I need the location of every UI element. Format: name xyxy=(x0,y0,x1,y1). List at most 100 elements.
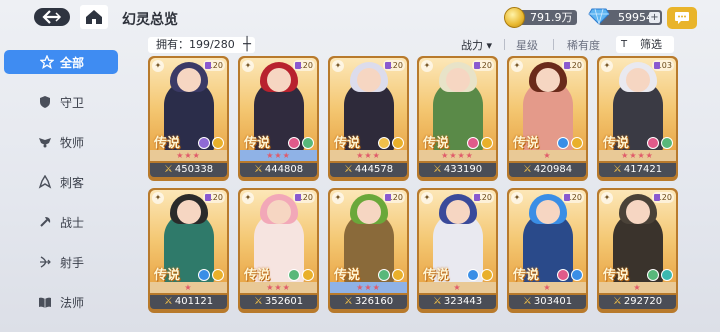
hero-card[interactable]: ✦ 120 传说 ★ ⚔ 420984 xyxy=(507,56,588,181)
class-badge-icon: ✦ xyxy=(421,60,433,72)
sidebar-item-all[interactable]: 全部 xyxy=(4,50,118,74)
element-icon xyxy=(288,269,300,281)
rarity-label: 传说 xyxy=(334,136,361,150)
level-badge: 120 xyxy=(562,60,584,71)
star-rating: ★★★★ xyxy=(419,150,496,161)
power-value: ⚔ 433190 xyxy=(419,163,496,177)
back-arrow-icon xyxy=(42,10,62,24)
rarity-label: 传说 xyxy=(423,136,450,150)
star-outline-icon xyxy=(40,55,54,69)
star-rating: ★ xyxy=(509,150,586,161)
hero-card[interactable]: ✦ 120 传说 ★ ⚔ 323443 xyxy=(417,188,498,313)
sidebar-item-label: 全部 xyxy=(60,56,85,70)
hero-portrait: ✦ 120 传说 xyxy=(150,190,227,282)
dagger-icon xyxy=(38,175,52,189)
hero-card[interactable]: ✦ 120 传说 ★★★ ⚔ 352601 xyxy=(238,188,319,313)
star-rating: ★★★ xyxy=(240,150,317,161)
hero-portrait: ✦ 120 传说 xyxy=(330,58,407,150)
sidebar-item-archer[interactable]: 射手 xyxy=(0,250,120,274)
sidebar-item-assassin[interactable]: 刺客 xyxy=(0,170,120,194)
crosshair-icon: ┼ xyxy=(243,37,251,52)
element-icon xyxy=(392,137,404,149)
sidebar-item-mage[interactable]: 法师 xyxy=(0,290,120,314)
hero-portrait: ✦ 120 传说 xyxy=(509,190,586,282)
hero-portrait: ✦ 120 传说 xyxy=(419,190,496,282)
level-badge: 120 xyxy=(293,60,315,71)
filter-button[interactable]: T 筛选 xyxy=(616,36,674,53)
hero-face xyxy=(626,68,650,92)
power-value: ⚔ 420984 xyxy=(509,163,586,177)
element-icon xyxy=(661,137,673,149)
star-rating: ★★★ xyxy=(330,282,407,293)
star-rating: ★ xyxy=(419,282,496,293)
sort-by-rarity-tab[interactable]: 稀有度 xyxy=(567,37,600,53)
hero-card[interactable]: ✦ 120 传说 ★★★★ ⚔ 433190 xyxy=(417,56,498,181)
sort-by-power-tab[interactable]: 战力 ▾ xyxy=(461,37,492,53)
star-rating: ★★★ xyxy=(150,150,227,161)
shield-icon xyxy=(40,96,50,108)
owned-counter: 拥有：199/280 ┼ xyxy=(148,37,255,53)
power-value: ⚔ 444578 xyxy=(330,163,407,177)
hero-portrait: ✦ 120 传说 xyxy=(240,190,317,282)
level-badge: 120 xyxy=(652,192,674,203)
hero-card[interactable]: ✦ 120 传说 ★★★ ⚔ 444578 xyxy=(328,56,409,181)
sidebar-item-label: 射手 xyxy=(60,256,85,270)
chat-button[interactable] xyxy=(667,7,697,29)
element-icon xyxy=(467,269,479,281)
sidebar-item-priest[interactable]: 牧师 xyxy=(0,130,120,154)
axe-icon xyxy=(40,217,51,227)
hero-card[interactable]: ✦ 120 传说 ★ ⚔ 401121 xyxy=(148,188,229,313)
power-number: 444808 xyxy=(264,164,304,175)
hero-card[interactable]: ✦ 120 传说 ★★★ ⚔ 450338 xyxy=(148,56,229,181)
element-icon xyxy=(378,137,390,149)
rarity-label: 传说 xyxy=(603,136,630,150)
power-value: ⚔ 417421 xyxy=(599,163,676,177)
element-icon xyxy=(481,269,493,281)
hero-card[interactable]: ✦ 103 传说 ★★★★ ⚔ 417421 xyxy=(597,56,678,181)
add-gems-button[interactable]: + xyxy=(649,12,660,23)
hero-card[interactable]: ✦ 120 传说 ★ ⚔ 303401 xyxy=(507,188,588,313)
chevron-down-icon: ▾ xyxy=(486,39,493,52)
crossed-swords-icon: ⚔ xyxy=(253,164,263,175)
gem-counter: 59954 + xyxy=(588,8,662,25)
hero-card[interactable]: ✦ 120 传说 ★ ⚔ 292720 xyxy=(597,188,678,313)
rarity-label: 传说 xyxy=(513,136,540,150)
owned-label: 拥有：199/280 xyxy=(156,38,235,51)
crossed-swords-icon: ⚔ xyxy=(163,296,173,307)
back-button[interactable] xyxy=(34,8,70,26)
hero-card[interactable]: ✦ 120 传说 ★★★ ⚔ 444808 xyxy=(238,56,319,181)
sort-by-stars-tab[interactable]: 星级 xyxy=(516,37,538,53)
power-value: ⚔ 444808 xyxy=(240,163,317,177)
element-icons xyxy=(286,134,314,150)
hero-face xyxy=(626,200,650,224)
crossed-swords-icon: ⚔ xyxy=(612,296,622,307)
hero-card[interactable]: ✦ 120 传说 ★★★ ⚔ 326160 xyxy=(328,188,409,313)
sidebar-item-label: 战士 xyxy=(60,216,85,230)
star-rating: ★ xyxy=(509,282,586,293)
star-rating: ★ xyxy=(599,282,676,293)
sidebar-item-guard[interactable]: 守卫 xyxy=(0,90,120,114)
element-icons xyxy=(465,134,493,150)
sidebar-item-label: 法师 xyxy=(60,296,85,310)
element-icons xyxy=(196,266,224,282)
class-badge-icon: ✦ xyxy=(421,192,433,204)
crossed-swords-icon: ⚔ xyxy=(343,164,353,175)
element-icon xyxy=(198,269,210,281)
level-badge: 120 xyxy=(203,192,225,203)
level-badge: 120 xyxy=(203,60,225,71)
star-rating: ★★★ xyxy=(240,282,317,293)
home-button[interactable] xyxy=(80,5,108,29)
hero-face xyxy=(267,68,291,92)
sidebar-item-label: 守卫 xyxy=(60,96,85,110)
sidebar-item-warrior[interactable]: 战士 xyxy=(0,210,120,234)
element-icon xyxy=(302,137,314,149)
class-badge-icon: ✦ xyxy=(332,192,344,204)
divider xyxy=(553,39,554,50)
sidebar-item-label: 刺客 xyxy=(60,176,85,190)
level-badge: 120 xyxy=(562,192,584,203)
hero-face xyxy=(177,68,201,92)
power-number: 450338 xyxy=(174,164,214,175)
class-badge-icon: ✦ xyxy=(601,60,613,72)
hero-portrait: ✦ 120 传说 xyxy=(419,58,496,150)
hero-face xyxy=(267,200,291,224)
